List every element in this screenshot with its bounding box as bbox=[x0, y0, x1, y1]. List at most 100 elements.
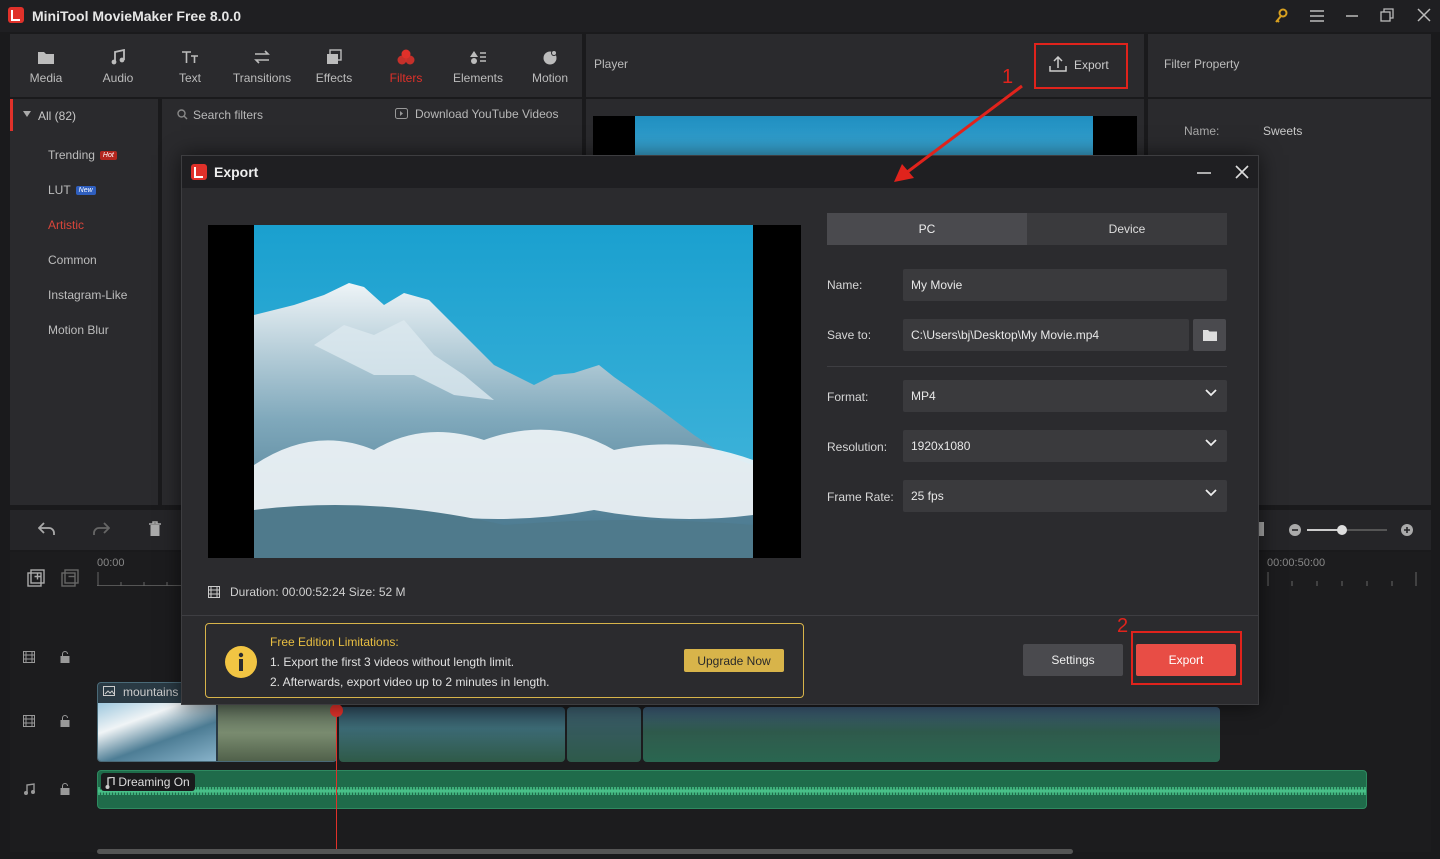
category-all[interactable]: All (82) bbox=[38, 109, 76, 123]
tab-pc[interactable]: PC bbox=[827, 213, 1027, 245]
name-input[interactable]: My Movie bbox=[903, 269, 1227, 301]
zoom-out-icon[interactable] bbox=[1288, 523, 1302, 537]
toolbar-label: Audio bbox=[102, 71, 134, 85]
toolbar-effects[interactable]: Effects bbox=[304, 46, 364, 85]
player-preview-area bbox=[586, 99, 1144, 155]
add-track-icon[interactable] bbox=[27, 569, 45, 587]
download-icon bbox=[395, 108, 408, 119]
remove-track-icon[interactable] bbox=[61, 569, 79, 587]
zoom-slider-handle[interactable] bbox=[1337, 525, 1347, 535]
sidebar-item-instagram-like[interactable]: Instagram-Like bbox=[48, 288, 127, 302]
sidebar-item-artistic[interactable]: Artistic bbox=[48, 218, 84, 232]
toolbar-transitions[interactable]: Transitions bbox=[232, 46, 292, 85]
search-filters-input[interactable]: Search filters bbox=[193, 108, 263, 122]
music-note-icon bbox=[88, 46, 148, 68]
title-bar: MiniTool MovieMaker Free 8.0.0 bbox=[0, 0, 1440, 32]
toolbar-label: Effects bbox=[315, 71, 353, 85]
frame-rate-value: 25 fps bbox=[911, 489, 944, 503]
toolbar-filters[interactable]: Filters bbox=[376, 46, 436, 85]
chevron-down-icon bbox=[1205, 389, 1217, 397]
undo-icon[interactable] bbox=[38, 522, 56, 536]
timeline-start-time: 00:00 bbox=[97, 557, 125, 569]
redo-icon[interactable] bbox=[92, 522, 110, 536]
main-toolbar: Media Audio Text Transitions Effects Fil… bbox=[10, 34, 582, 97]
sidebar-item-motion-blur[interactable]: Motion Blur bbox=[48, 323, 109, 337]
minimize-icon[interactable] bbox=[1197, 172, 1211, 175]
lock-icon[interactable] bbox=[60, 715, 70, 727]
toolbar-audio[interactable]: Audio bbox=[88, 46, 148, 85]
toolbar-motion[interactable]: Motion bbox=[520, 46, 580, 85]
settings-button[interactable]: Settings bbox=[1023, 644, 1123, 676]
minimize-icon[interactable] bbox=[1345, 14, 1359, 18]
audio-waveform bbox=[98, 787, 1366, 795]
sidebar-item-common[interactable]: Common bbox=[48, 253, 97, 267]
property-name-label: Name: bbox=[1184, 124, 1220, 138]
duration-label: Duration: bbox=[230, 585, 279, 599]
audio-clip-dreaming-on[interactable]: Dreaming On bbox=[97, 770, 1367, 809]
delete-icon[interactable] bbox=[148, 521, 162, 537]
tab-device[interactable]: Device bbox=[1027, 213, 1227, 245]
app-logo-icon bbox=[8, 7, 24, 23]
clip-thumbnail bbox=[98, 703, 216, 761]
sidebar-item-label: Trending bbox=[48, 148, 95, 162]
lock-icon[interactable] bbox=[60, 783, 70, 795]
folder-icon bbox=[16, 46, 76, 68]
close-icon[interactable] bbox=[1417, 8, 1431, 22]
toolbar-label: Motion bbox=[531, 71, 569, 85]
toolbar-label: Filters bbox=[389, 71, 423, 85]
duration-info: Duration: 00:00:52:24 Size: 52 M bbox=[230, 585, 406, 599]
annotation-box-1 bbox=[1034, 43, 1128, 89]
menu-icon[interactable] bbox=[1309, 9, 1325, 23]
restore-icon[interactable] bbox=[1380, 8, 1394, 22]
resolution-select[interactable]: 1920x1080 bbox=[903, 430, 1227, 462]
audio-clip-label-box: Dreaming On bbox=[101, 773, 195, 791]
format-value: MP4 bbox=[911, 389, 936, 403]
info-icon bbox=[225, 646, 257, 678]
sidebar-item-trending[interactable]: Trending Hot bbox=[48, 148, 117, 162]
playhead-handle[interactable] bbox=[330, 704, 343, 717]
resolution-value: 1920x1080 bbox=[911, 439, 971, 453]
sidebar-item-lut[interactable]: LUT New bbox=[48, 183, 96, 197]
filter-categories-sidebar: All (82) Trending Hot LUT New Artistic Com… bbox=[10, 99, 158, 505]
download-youtube-link[interactable]: Download YouTube Videos bbox=[415, 107, 558, 121]
frame-rate-select[interactable]: 25 fps bbox=[903, 480, 1227, 512]
export-dialog: Export Duration: 00:00:52:24 Size: 52 M … bbox=[181, 155, 1259, 705]
video-clip-flowers[interactable] bbox=[339, 707, 565, 762]
zoom-in-icon[interactable] bbox=[1400, 523, 1414, 537]
limitations-title: Free Edition Limitations: bbox=[270, 635, 399, 649]
video-clip-ocean[interactable] bbox=[643, 707, 1220, 762]
music-track-icon bbox=[23, 783, 35, 795]
clip-label: mountains bbox=[123, 685, 179, 699]
elements-icon bbox=[448, 46, 508, 68]
chevron-down-icon[interactable] bbox=[23, 111, 31, 117]
timeline-scrollbar[interactable] bbox=[97, 849, 1073, 854]
effects-icon bbox=[304, 46, 364, 68]
audio-clip-label: Dreaming On bbox=[118, 775, 190, 789]
limitations-line-2: 2. Afterwards, export video up to 2 minu… bbox=[270, 675, 550, 689]
upgrade-now-button[interactable]: Upgrade Now bbox=[684, 649, 784, 672]
video-clip-small[interactable] bbox=[567, 707, 641, 762]
annotation-arrow bbox=[894, 84, 1023, 182]
frame-rate-label: Frame Rate: bbox=[827, 490, 894, 504]
toolbar-text[interactable]: Text bbox=[160, 46, 220, 85]
property-title: Filter Property bbox=[1164, 57, 1240, 71]
app-title: MiniTool MovieMaker Free 8.0.0 bbox=[32, 8, 242, 24]
key-icon[interactable] bbox=[1274, 8, 1288, 24]
sidebar-item-label: LUT bbox=[48, 183, 71, 197]
save-path-input[interactable]: C:\Users\bj\Desktop\My Movie.mp4 bbox=[903, 319, 1189, 351]
limitations-notice: Free Edition Limitations: 1. Export the … bbox=[205, 623, 804, 698]
zoom-slider[interactable] bbox=[1307, 525, 1387, 535]
toolbar-elements[interactable]: Elements bbox=[448, 46, 508, 85]
close-icon[interactable] bbox=[1235, 165, 1249, 179]
lock-icon[interactable] bbox=[60, 651, 70, 663]
toolbar-label: Media bbox=[29, 71, 63, 85]
browse-folder-button[interactable] bbox=[1193, 319, 1226, 351]
motion-icon bbox=[520, 46, 580, 68]
toolbar-media[interactable]: Media bbox=[16, 46, 76, 85]
playhead[interactable] bbox=[336, 707, 337, 852]
property-name-value: Sweets bbox=[1263, 124, 1303, 138]
music-note-icon bbox=[105, 776, 115, 789]
format-select[interactable]: MP4 bbox=[903, 380, 1227, 412]
image-icon bbox=[103, 686, 115, 696]
size-value: 52 M bbox=[378, 585, 406, 599]
